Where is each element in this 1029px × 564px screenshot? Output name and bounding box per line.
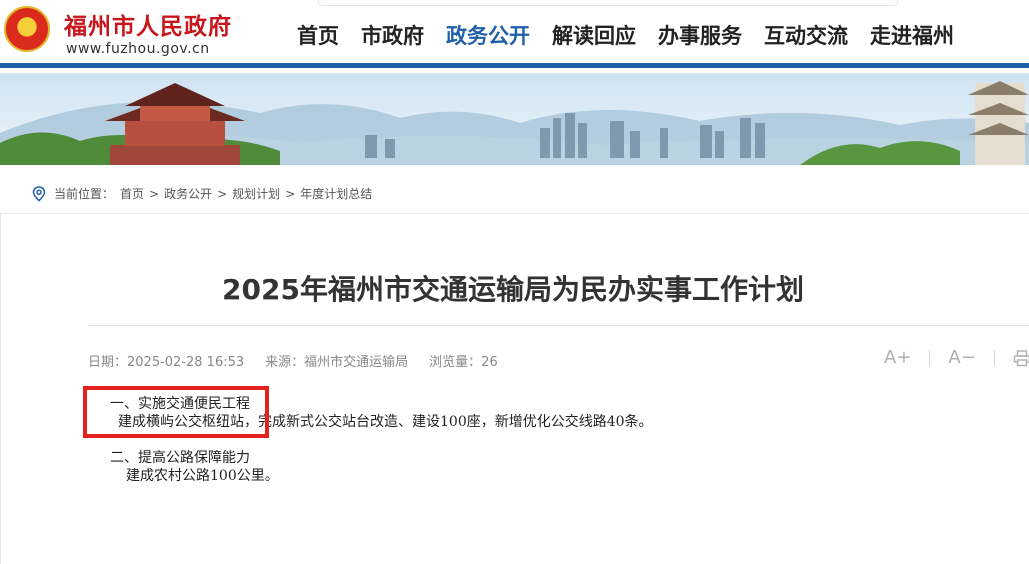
section-body: 建成农村公路100公里。 — [126, 468, 279, 484]
breadcrumb-home[interactable]: 首页 — [120, 185, 144, 202]
breadcrumb-divider — [0, 213, 1029, 214]
breadcrumb-separator: > — [149, 186, 160, 201]
article-source: 来源：福州市交通运输局 — [265, 355, 409, 370]
nav-item-city-government[interactable]: 市政府 — [361, 20, 424, 50]
breadcrumb-government-affairs[interactable]: 政务公开 — [164, 185, 212, 202]
city-skyline-illustration — [0, 73, 1029, 165]
site-url: www.fuzhou.gov.cn — [66, 41, 210, 57]
highlight-box — [83, 386, 269, 438]
top-search-bar[interactable] — [318, 0, 898, 6]
location-pin-icon — [32, 185, 46, 201]
nav-item-about-fuzhou[interactable]: 走进福州 — [870, 20, 954, 50]
article-title: 2025年福州市交通运输局为民办实事工作计划 — [222, 273, 804, 306]
breadcrumb-annual-plan[interactable]: 年度计划总结 — [300, 185, 372, 202]
section-heading: 二、提高公路保障能力 — [110, 450, 250, 466]
font-larger-button[interactable]: A+ — [884, 347, 911, 368]
tool-separator — [929, 349, 931, 366]
nav-item-government-affairs[interactable]: 政务公开 — [446, 20, 530, 50]
nav-item-home[interactable]: 首页 — [297, 20, 339, 50]
title-divider — [88, 325, 1029, 326]
content-border — [0, 214, 1, 564]
breadcrumb-separator: > — [217, 186, 228, 201]
nav-item-services[interactable]: 办事服务 — [658, 20, 742, 50]
article-meta: 日期：2025-02-28 16:53 来源：福州市交通运输局 浏览量：26 — [88, 351, 519, 370]
article-date: 日期：2025-02-28 16:53 — [88, 355, 245, 370]
site-name[interactable]: 福州市人民政府 — [64, 7, 232, 41]
city-banner — [0, 73, 1029, 165]
national-emblem-icon: ★ — [4, 6, 50, 52]
site-header: ★ 福州市人民政府 www.fuzhou.gov.cn 首页 市政府 政务公开 … — [0, 0, 1029, 68]
breadcrumb-planning[interactable]: 规划计划 — [232, 185, 280, 202]
nav-item-interaction[interactable]: 互动交流 — [764, 20, 848, 50]
article-views: 浏览量：26 — [429, 355, 498, 370]
font-smaller-button[interactable]: A− — [948, 347, 975, 368]
breadcrumb-label: 当前位置： — [54, 187, 115, 201]
print-icon[interactable] — [1013, 349, 1029, 367]
article-tools: A+ A− — [884, 347, 1029, 368]
breadcrumb: 当前位置： 首页 > 政务公开 > 规划计划 > 年度计划总结 — [32, 185, 372, 202]
main-nav: 首页 市政府 政务公开 解读回应 办事服务 互动交流 走进福州 — [286, 20, 965, 50]
tool-separator — [993, 349, 995, 366]
pagoda-icon — [968, 81, 1029, 165]
breadcrumb-separator: > — [285, 186, 296, 201]
nav-item-interpretation[interactable]: 解读回应 — [552, 20, 636, 50]
